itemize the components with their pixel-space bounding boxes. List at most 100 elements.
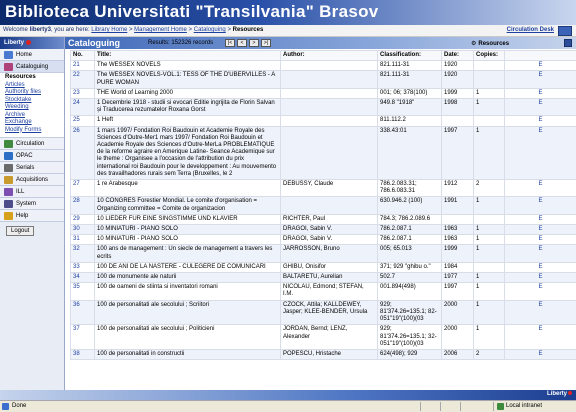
cell-no[interactable]: 36 — [70, 299, 95, 326]
cell-title: 100 ans de management : Un siecle de man… — [94, 244, 281, 263]
table-row[interactable]: 38 100 de personalitati in constructii POP… — [70, 348, 576, 361]
cell-classification: 821.111-31 — [377, 60, 442, 72]
table-row[interactable]: 33 100 DE ANI DE LA NASTERE - CULEGERE DE… — [70, 261, 576, 274]
first-page-button[interactable]: |< — [225, 39, 235, 47]
logout-button[interactable]: Logout — [6, 226, 35, 236]
table-row[interactable]: 29 10 LIEDER FUR EINE SINGSTIMME UND KLAV… — [70, 213, 576, 226]
sidebar-item-home[interactable]: Home — [0, 49, 64, 61]
cell-no[interactable]: 37 — [70, 324, 95, 350]
cell-author — [280, 98, 378, 117]
edit-link[interactable]: E — [504, 348, 576, 361]
last-page-button[interactable]: >| — [261, 39, 271, 47]
submenu-resources[interactable]: Resources — [5, 74, 64, 82]
table-row[interactable]: 21 The WESSEX NOVELS 821.111-31 1920 E — [70, 60, 576, 72]
breadcrumb-cataloguing[interactable]: Cataloguing — [194, 27, 226, 33]
cell-copies — [473, 213, 505, 226]
sidebar-item-cataloguing[interactable]: Cataloguing — [0, 61, 64, 73]
edit-link[interactable]: E — [504, 244, 576, 263]
table-row[interactable]: 37 100 de personalitati ale secolului ; P… — [70, 324, 576, 350]
resources-label[interactable]: ⚙ Resources — [471, 40, 509, 47]
sidebar-item-help[interactable]: Help — [0, 210, 64, 222]
sidebar-item-circulation[interactable]: Circulation — [0, 138, 64, 150]
submenu-exchange[interactable]: Exchange — [5, 119, 64, 127]
window-icon[interactable] — [564, 39, 572, 47]
cell-no[interactable]: 22 — [70, 70, 95, 89]
edit-link[interactable]: E — [504, 272, 576, 284]
submenu-weeding[interactable]: Weeding — [5, 104, 64, 112]
table-row[interactable]: 26 1 mars 1997/ Fondation Roi Baudouin et… — [70, 125, 576, 181]
edit-link[interactable]: E — [504, 115, 576, 127]
cell-no[interactable]: 21 — [70, 60, 95, 72]
submenu-articles[interactable]: Articles — [5, 82, 64, 90]
cell-date — [441, 213, 474, 226]
table-row[interactable]: 31 10 MINIATURI - PIANO SOLO DRAGOI, Sabin… — [70, 234, 576, 246]
cell-no[interactable]: 35 — [70, 282, 95, 301]
cell-copies: 2 — [473, 348, 505, 361]
cell-classification: 338.43:01 — [377, 125, 442, 181]
table-row[interactable]: 32 100 ans de management : Un siecle de m… — [70, 244, 576, 263]
next-page-button[interactable]: > — [249, 39, 259, 47]
table-row[interactable]: 34 100 de monumente ale naturii BALTARETU,… — [70, 272, 576, 284]
cell-no[interactable]: 31 — [70, 234, 95, 246]
cell-no[interactable]: 33 — [70, 261, 95, 274]
submenu-stocktake[interactable]: Stocktake — [5, 97, 64, 105]
submenu-archive[interactable]: Archive — [5, 112, 64, 120]
cell-classification: 929; 81'374.26=135.1; 32-051"19"(100)(03 — [377, 324, 442, 350]
submenu-modify-forms[interactable]: Modify Forms — [5, 127, 64, 135]
cell-no[interactable]: 30 — [70, 224, 95, 236]
table-row[interactable]: 27 1 re Arabesque DEBUSSY, Claude 786.2.083… — [70, 179, 576, 198]
cell-no[interactable]: 29 — [70, 213, 95, 226]
sidebar-item-serials[interactable]: Serials — [0, 162, 64, 174]
cell-no[interactable]: 38 — [70, 348, 95, 361]
cell-author: NICOLAU, Edmond; STEFAN, I.M. — [280, 282, 378, 301]
cell-no[interactable]: 27 — [70, 179, 95, 198]
cell-no[interactable]: 32 — [70, 244, 95, 263]
circulation-desk-icon[interactable] — [558, 26, 572, 36]
sidebar-item-opac[interactable]: OPAC — [0, 150, 64, 162]
cell-author — [280, 196, 378, 215]
edit-link[interactable]: E — [504, 98, 576, 117]
cell-no[interactable]: 24 — [70, 98, 95, 117]
sidebar-item-label: Cataloguing — [16, 63, 49, 70]
edit-link[interactable]: E — [504, 261, 576, 274]
cell-no[interactable]: 34 — [70, 272, 95, 284]
table-row[interactable]: 30 10 MINIATURI - PIANO SOLO DRAGOI, Sabin… — [70, 224, 576, 236]
prev-page-button[interactable]: < — [237, 39, 247, 47]
edit-link[interactable]: E — [504, 87, 576, 100]
breadcrumb-management-home[interactable]: Management Home — [134, 27, 187, 33]
sidebar-item-system[interactable]: System — [0, 198, 64, 210]
cell-no[interactable]: 28 — [70, 196, 95, 215]
table-row[interactable]: 36 100 de personalitati ale secolului ; S… — [70, 299, 576, 326]
table-row[interactable]: 35 100 de oameni de stiinta si inventator… — [70, 282, 576, 301]
table-row[interactable]: 25 1 Heft 811.112.2 E — [70, 115, 576, 127]
edit-link[interactable]: E — [504, 70, 576, 89]
edit-link[interactable]: E — [504, 125, 576, 181]
sidebar-item-ill[interactable]: ILL — [0, 186, 64, 198]
edit-link[interactable]: E — [504, 324, 576, 350]
table-row[interactable]: 24 1 Decembrie 1918 - studii si evocari E… — [70, 98, 576, 117]
cell-no[interactable]: 23 — [70, 87, 95, 100]
circulation-desk-link[interactable]: Circulation Desk — [507, 27, 554, 33]
cell-title: 1 Decembrie 1918 - studii si evocari Edi… — [94, 98, 281, 117]
table-row[interactable]: 22 The WESSEX NOVELS-VOL.1: TESS OF THE D… — [70, 70, 576, 89]
edit-link[interactable]: E — [504, 224, 576, 236]
submenu-authority-files[interactable]: Authority files — [5, 89, 64, 97]
cell-no[interactable]: 25 — [70, 115, 95, 127]
edit-link[interactable]: E — [504, 179, 576, 198]
edit-link[interactable]: E — [504, 282, 576, 301]
edit-link[interactable]: E — [504, 213, 576, 226]
breadcrumb-library-home[interactable]: Library Home — [91, 27, 127, 33]
edit-link[interactable]: E — [504, 299, 576, 326]
cell-author: JORDAN, Bernd; LENZ, Alexander — [280, 324, 378, 350]
cell-title: 100 DE ANI DE LA NASTERE - CULEGERE DE C… — [94, 261, 281, 274]
table-row[interactable]: 28 10 CONGRES Forestier Mondial. Le comit… — [70, 196, 576, 215]
table-row[interactable]: 23 THE World of Learning 2000 001; 06; 378… — [70, 87, 576, 100]
edit-link[interactable]: E — [504, 60, 576, 72]
sidebar-item-acquisitions[interactable]: Acquisitions — [0, 174, 64, 186]
page-status-icon — [2, 403, 9, 410]
cell-author: DRAGOI, Sabin V. — [280, 234, 378, 246]
edit-link[interactable]: E — [504, 234, 576, 246]
cell-classification: 502.7 — [377, 272, 442, 284]
cell-no[interactable]: 26 — [70, 125, 95, 181]
edit-link[interactable]: E — [504, 196, 576, 215]
